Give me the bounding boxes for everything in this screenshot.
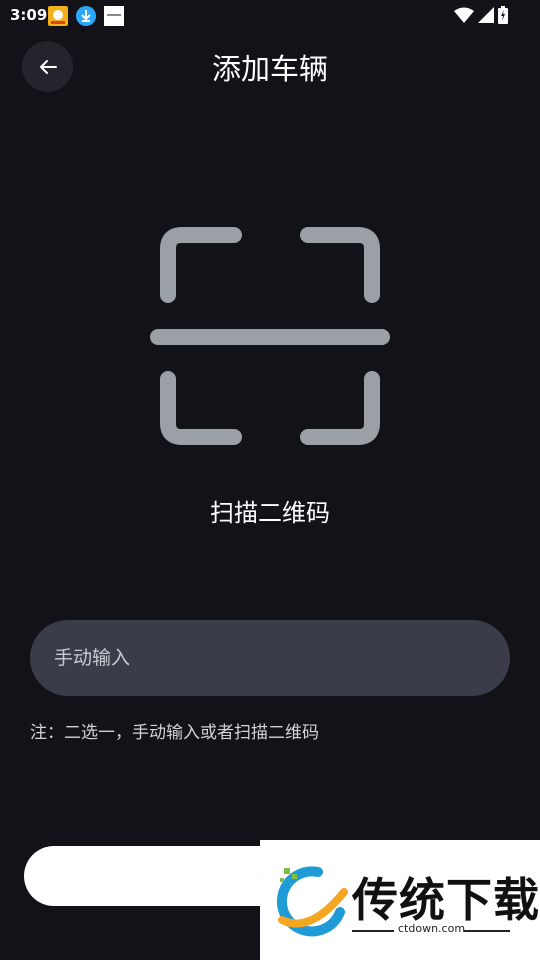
watermark-divider: [464, 930, 510, 932]
page-title: 添加车辆: [211, 52, 328, 86]
download-notification-icon: [76, 6, 96, 26]
battery-charging-icon: [498, 6, 508, 24]
signal-icon: [478, 7, 494, 23]
instruction-note: 注：二选一，手动输入或者扫描二维码: [30, 723, 319, 743]
qr-scan-frame-icon[interactable]: [150, 225, 390, 450]
image-notification-icon: [104, 6, 124, 26]
watermark: 传统下载 ctdown.com: [260, 840, 540, 960]
watermark-title: 传统下载: [352, 873, 540, 927]
system-indicators: [454, 6, 508, 24]
manual-input-field[interactable]: [30, 620, 510, 696]
scan-qr-label[interactable]: 扫描二维码: [0, 493, 540, 528]
watermark-logo-icon: [276, 866, 348, 937]
watermark-url: ctdown.com: [398, 922, 466, 935]
status-bar: 3:09: [0, 0, 540, 32]
watermark-divider: [352, 930, 394, 932]
app-notification-icon: [48, 6, 68, 26]
status-time: 3:09: [10, 6, 48, 24]
wifi-icon: [454, 7, 474, 23]
